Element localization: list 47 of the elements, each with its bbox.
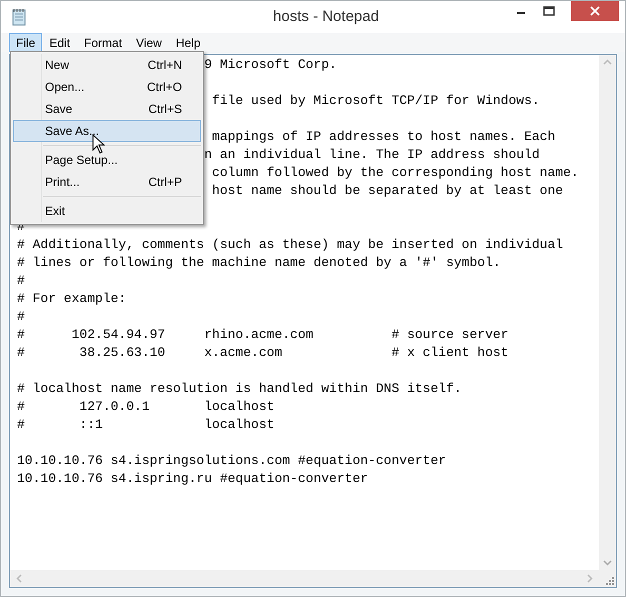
text-line: # lines or following the machine name denoted by a '#' symbol. <box>17 255 501 270</box>
menu-item[interactable]: View <box>129 33 169 52</box>
text-line: # ::1 localhost <box>17 417 274 432</box>
window-title: hosts - Notepad <box>273 6 379 27</box>
text-line: # <box>17 309 25 324</box>
menu-item[interactable]: File <box>9 33 42 52</box>
scroll-right-icon[interactable] <box>587 574 593 583</box>
text-line: # 127.0.0.1 localhost <box>17 399 274 414</box>
text-line: # localhost name resolution is handled within DNS itself. <box>17 381 462 396</box>
shortcut-label: Ctrl+O <box>146 79 182 96</box>
scroll-down-icon[interactable] <box>603 560 612 566</box>
text-line: # 38.25.63.10 x.acme.com # x client host <box>17 345 508 360</box>
menu-option[interactable]: Save Ctrl+S <box>13 98 201 120</box>
text-line: host name should be separated by at least one <box>211 183 564 198</box>
maximize-icon <box>543 6 555 16</box>
notepad-icon <box>11 8 27 26</box>
text-line: # 102.54.94.97 rhino.acme.com # source server <box>17 327 508 342</box>
text-line: 9 Microsoft Corp. <box>204 57 337 72</box>
text-line: # <box>17 273 25 288</box>
close-button[interactable] <box>571 1 619 21</box>
menu-option[interactable]: Print... Ctrl+P <box>13 171 201 193</box>
horizontal-scrollbar[interactable] <box>10 570 599 587</box>
text-line: 10.10.10.76 s4.ispring.ru #equation-converter <box>17 471 368 486</box>
scroll-up-icon[interactable] <box>603 59 612 65</box>
menu-option[interactable]: Open... Ctrl+O <box>13 76 201 98</box>
shortcut-label: Ctrl+P <box>148 174 182 191</box>
resize-grip-icon[interactable] <box>606 577 614 585</box>
menu-option[interactable]: New Ctrl+N <box>13 54 201 76</box>
mouse-cursor-icon <box>92 134 105 154</box>
text-line: 10.10.10.76 s4.ispringsolutions.com #equation-converter <box>17 453 446 468</box>
menu-item[interactable]: Help <box>168 33 208 52</box>
shortcut-label: Ctrl+N <box>148 57 182 74</box>
scroll-left-icon[interactable] <box>16 574 22 583</box>
menu-item[interactable]: Format <box>77 33 130 52</box>
vertical-scrollbar[interactable] <box>599 55 616 570</box>
text-line: # For example: <box>17 291 126 306</box>
text-line: # Additionally, comments (such as these) may be inserted on individual <box>17 237 564 252</box>
menu-item[interactable]: Edit <box>42 33 78 52</box>
menu-option[interactable]: Save As... <box>13 120 201 142</box>
menu-option[interactable]: Page Setup... <box>13 149 201 171</box>
text-line: column followed by the corresponding host name. <box>211 165 579 180</box>
close-icon <box>590 6 600 16</box>
text-line: file used by Microsoft TCP/IP for Windows. <box>211 93 540 108</box>
menu-option[interactable]: Exit <box>13 200 201 222</box>
text-line: n an individual line. The IP address should <box>204 147 540 162</box>
text-line: mappings of IP addresses to host names. Each <box>211 129 556 144</box>
shortcut-label: Ctrl+S <box>148 101 182 118</box>
